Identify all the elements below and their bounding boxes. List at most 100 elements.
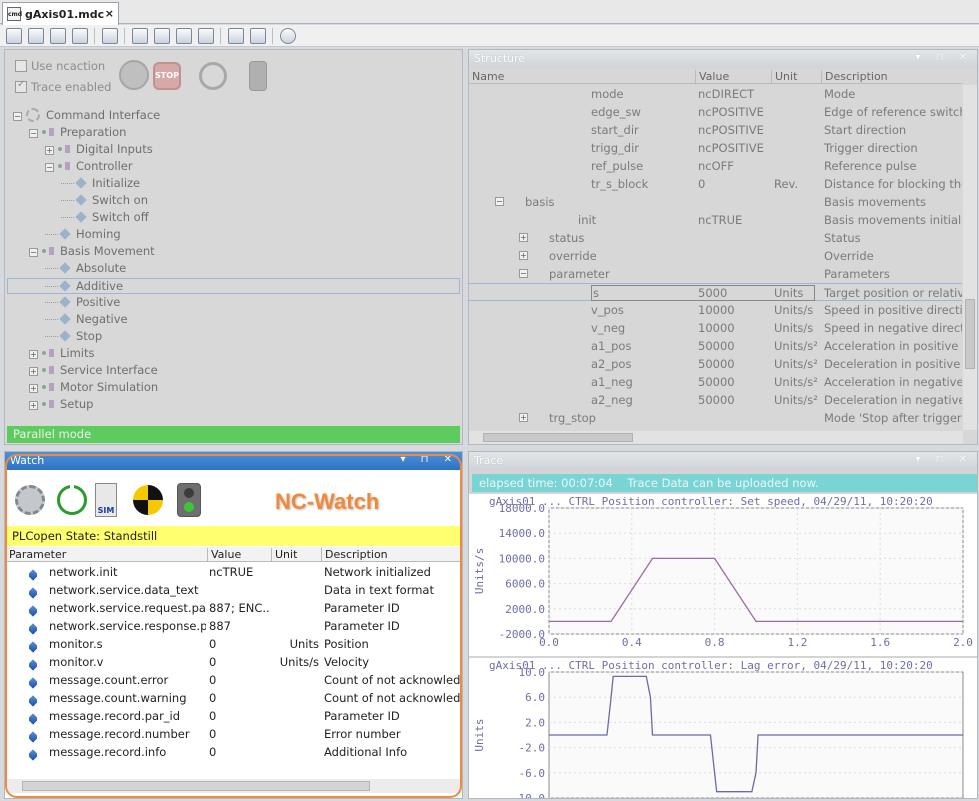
tree-item[interactable]: Homing [45, 227, 121, 244]
structure-row[interactable]: v_pos 10000 Units/s Speed in positive direc… [469, 301, 962, 319]
col-unit[interactable]: Unit [771, 70, 821, 84]
trace-start-icon[interactable] [154, 28, 170, 44]
scroll-thumb[interactable] [483, 433, 633, 442]
tree-item[interactable]: Negative [45, 312, 128, 329]
structure-row[interactable]: start_dir ncPOSITIVE Start direction [469, 121, 962, 139]
tree-item[interactable]: + Setup [29, 397, 93, 414]
tree-item[interactable]: Absolute [45, 261, 126, 278]
tree-item[interactable]: Switch on [61, 193, 148, 210]
collapse-icon[interactable]: − [13, 112, 22, 121]
tree-item[interactable]: Switch off [61, 210, 149, 227]
panel-buttons[interactable]: ▾ ⊓ ✕ [915, 52, 973, 63]
structure-row[interactable]: − parameter Parameters [469, 265, 962, 283]
structure-row[interactable]: − basis Basis movements [469, 193, 962, 211]
watch-row[interactable]: network.service.request.par_id887; ENC..… [6, 599, 462, 617]
cmd-icon[interactable] [72, 28, 88, 44]
watch-row[interactable]: message.record.number 0 Error number [6, 725, 462, 743]
scroll-thumb[interactable] [965, 299, 975, 369]
structure-row[interactable]: ref_pulse ncOFF Reference pulse [469, 157, 962, 175]
watch-row[interactable]: network.init ncTRUE Network initialized [6, 563, 462, 581]
structure-row[interactable]: + trg_stop Mode 'Stop after trigger' [469, 409, 962, 427]
network-icon[interactable] [50, 28, 66, 44]
watch-row[interactable]: message.record.par_id 0 Parameter ID [6, 707, 462, 725]
cursor-icon[interactable] [228, 28, 244, 44]
watch-row[interactable]: message.record.info 0 Additional Info [6, 743, 462, 761]
structure-row[interactable]: + override Override [469, 247, 962, 265]
power-icon[interactable] [199, 62, 227, 90]
col-description[interactable]: Description [821, 70, 962, 84]
tree-item[interactable]: − Controller [45, 159, 133, 176]
structure-row[interactable]: edge_sw ncPOSITIVE Edge of reference switc… [469, 103, 962, 121]
homing-target-icon[interactable] [133, 485, 163, 515]
structure-row[interactable]: tr_s_block 0 Rev. Distance for blocking the… [469, 175, 962, 193]
expand-icon[interactable]: − [29, 129, 38, 138]
structure-row[interactable]: + status Status [469, 229, 962, 247]
expander-icon[interactable]: + [519, 251, 528, 260]
expander-icon[interactable]: + [519, 413, 528, 422]
simulation-icon[interactable]: SIM [95, 483, 117, 517]
structure-row[interactable]: a1_neg 50000 Units/s² Acceleration in negat… [469, 373, 962, 391]
watch-row[interactable]: message.count.error 0 Count of not acknowl… [6, 671, 462, 689]
traffic-light-icon[interactable] [249, 61, 267, 91]
tree-item[interactable]: Additive [7, 278, 460, 294]
trace-icon[interactable] [132, 28, 148, 44]
tree-item[interactable]: + Limits [29, 346, 95, 363]
structure-row[interactable]: v_neg 10000 Units/s Speed in negative direc… [469, 319, 962, 337]
structure-vscrollbar[interactable] [963, 85, 977, 430]
trace-stop-icon[interactable] [176, 28, 192, 44]
col-description[interactable]: Description [321, 548, 462, 562]
tree-item[interactable]: − Preparation [29, 125, 126, 142]
tree-item[interactable]: Initialize [61, 176, 140, 193]
expand-icon[interactable]: + [29, 367, 38, 376]
tree-item[interactable]: − Command Interface [13, 108, 160, 125]
tree-item[interactable]: + Motor Simulation [29, 380, 158, 397]
tree-item[interactable]: Stop [45, 329, 102, 346]
expand-icon[interactable]: + [29, 350, 38, 359]
panel-buttons[interactable]: ▾ ⊓ ✕ [915, 454, 973, 465]
structure-row[interactable]: trigg_dir ncPOSITIVE Trigger direction [469, 139, 962, 157]
col-name[interactable]: Name [469, 70, 695, 84]
expander-icon[interactable]: + [519, 233, 528, 242]
scroll-thumb[interactable] [22, 781, 370, 791]
expand-icon[interactable]: − [45, 163, 54, 172]
settings-gear-icon[interactable] [15, 485, 45, 515]
use-ncaction-checkbox[interactable]: Use ncaction [15, 59, 105, 73]
watch-row[interactable]: network.service.data_text Data in text fo… [6, 581, 462, 599]
expander-icon[interactable]: − [495, 197, 504, 206]
tree-item[interactable]: − Basis Movement [29, 244, 155, 261]
trace-upload-icon[interactable] [198, 28, 214, 44]
watch-row[interactable]: message.count.warning 0 Count of not ackno… [6, 689, 462, 707]
col-value[interactable]: Value [207, 548, 271, 562]
expand-icon[interactable]: + [45, 146, 54, 155]
structure-hscrollbar[interactable] [469, 431, 963, 444]
watch-row[interactable]: monitor.s 0 Units Position [6, 635, 462, 653]
document-tab[interactable]: cmd gAxis01.mdc × [2, 2, 119, 25]
close-tab-icon[interactable]: × [105, 7, 114, 20]
structure-row[interactable]: init ncTRUE Basis movements initialized [469, 211, 962, 229]
tree-item[interactable]: Positive [45, 295, 120, 312]
structure-row[interactable]: a2_neg 50000 Units/s² Deceleration in negat… [469, 391, 962, 409]
watch-row[interactable]: monitor.v 0 Units/s Velocity [6, 653, 462, 671]
tree-item[interactable]: + Digital Inputs [45, 142, 153, 159]
select-icon[interactable] [250, 28, 266, 44]
expand-icon[interactable]: + [29, 384, 38, 393]
panel-buttons[interactable]: ▾ ⊓ ✕ [400, 454, 458, 465]
info-icon[interactable] [280, 28, 296, 44]
trace-enabled-checkbox[interactable]: Trace enabled [15, 79, 111, 94]
structure-row[interactable]: a2_pos 50000 Units/s² Deceleration in posit… [469, 355, 962, 373]
chart-icon[interactable] [28, 28, 44, 44]
watch-hscrollbar[interactable] [6, 779, 462, 793]
search-icon[interactable] [6, 28, 22, 44]
expand-icon[interactable]: − [29, 248, 38, 257]
col-value[interactable]: Value [695, 70, 771, 84]
power-on-icon[interactable] [57, 483, 87, 515]
structure-row[interactable]: s5000UnitsTarget position or relative mo [469, 283, 962, 301]
expand-icon[interactable]: + [29, 401, 38, 410]
structure-row[interactable]: a1_pos 50000 Units/s² Acceleration in posit… [469, 337, 962, 355]
tree-item[interactable]: + Service Interface [29, 363, 158, 380]
watch-row[interactable]: network.service.response.par_id887 Parame… [6, 617, 462, 635]
stop-icon[interactable]: STOP [153, 62, 181, 90]
structure-row[interactable]: mode ncDIRECT Mode [469, 85, 962, 103]
traffic-light-icon[interactable] [177, 483, 201, 517]
expander-icon[interactable]: − [519, 269, 528, 278]
